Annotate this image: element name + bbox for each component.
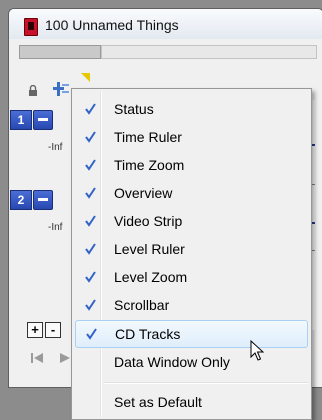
track-level-label: -Inf bbox=[48, 142, 63, 153]
track-minimize-button[interactable] bbox=[33, 190, 53, 210]
menu-item-label: Status bbox=[114, 101, 154, 117]
menu-item-video-strip[interactable]: Video Strip bbox=[75, 208, 308, 234]
checkmark-icon bbox=[80, 155, 100, 175]
menu-item-label: Scrollbar bbox=[114, 297, 170, 313]
checkmark-icon bbox=[80, 99, 100, 119]
menu-item-label: Time Ruler bbox=[114, 129, 182, 145]
play-icon[interactable] bbox=[58, 351, 72, 365]
menu-separator bbox=[104, 382, 308, 384]
lock-icon[interactable] bbox=[28, 85, 38, 96]
menu-item-scrollbar[interactable]: Scrollbar bbox=[75, 292, 308, 318]
menu-item-set-as-default[interactable]: Set as Default bbox=[75, 389, 308, 415]
menu-item-label: Data Window Only bbox=[114, 354, 230, 370]
menu-item-overview[interactable]: Overview bbox=[75, 180, 308, 206]
menu-item-label: Level Zoom bbox=[114, 269, 188, 285]
view-options-menu: Status Time Ruler Time Zoom Overview Vid… bbox=[71, 88, 312, 420]
checkmark-icon bbox=[81, 324, 101, 344]
remove-track-button[interactable]: - bbox=[45, 322, 61, 338]
menu-item-label: Overview bbox=[114, 185, 173, 201]
skip-back-icon[interactable] bbox=[30, 351, 44, 365]
menu-item-label: Set as Default bbox=[114, 394, 202, 410]
app-icon bbox=[24, 18, 38, 36]
menu-item-status[interactable]: Status bbox=[75, 96, 308, 122]
window-title: 100 Unnamed Things bbox=[45, 17, 179, 33]
menu-item-label: Video Strip bbox=[114, 213, 183, 229]
add-track-button[interactable]: + bbox=[27, 322, 43, 338]
mouse-pointer-icon bbox=[250, 340, 264, 361]
checkmark-icon bbox=[80, 267, 100, 287]
checkmark-icon bbox=[80, 183, 100, 203]
overview-bar[interactable] bbox=[19, 45, 101, 59]
track-level-label: -Inf bbox=[48, 222, 63, 233]
ruler-marker bbox=[81, 73, 90, 82]
track-minimize-button[interactable] bbox=[33, 110, 53, 130]
title-bar[interactable]: 100 Unnamed Things bbox=[9, 9, 322, 39]
checkmark-icon bbox=[80, 295, 100, 315]
menu-item-level-zoom[interactable]: Level Zoom bbox=[75, 264, 308, 290]
menu-item-label: CD Tracks bbox=[115, 326, 181, 342]
menu-item-label: Time Zoom bbox=[114, 157, 185, 173]
overview-track[interactable] bbox=[101, 45, 317, 59]
sort-icon[interactable] bbox=[52, 81, 70, 97]
menu-item-time-ruler[interactable]: Time Ruler bbox=[75, 124, 308, 150]
menu-item-level-ruler[interactable]: Level Ruler bbox=[75, 236, 308, 262]
checkmark-icon bbox=[80, 127, 100, 147]
checkmark-icon bbox=[80, 239, 100, 259]
track-number[interactable]: 1 bbox=[10, 110, 32, 130]
menu-item-label: Level Ruler bbox=[114, 241, 185, 257]
menu-item-cd-tracks[interactable]: CD Tracks bbox=[75, 320, 308, 348]
track-number[interactable]: 2 bbox=[10, 190, 32, 210]
track-1: 1 -Inf bbox=[10, 110, 80, 172]
menu-item-data-window-only[interactable]: Data Window Only bbox=[75, 349, 308, 375]
menu-item-time-zoom[interactable]: Time Zoom bbox=[75, 152, 308, 178]
checkmark-icon bbox=[80, 211, 100, 231]
track-2: 2 -Inf bbox=[10, 190, 80, 252]
